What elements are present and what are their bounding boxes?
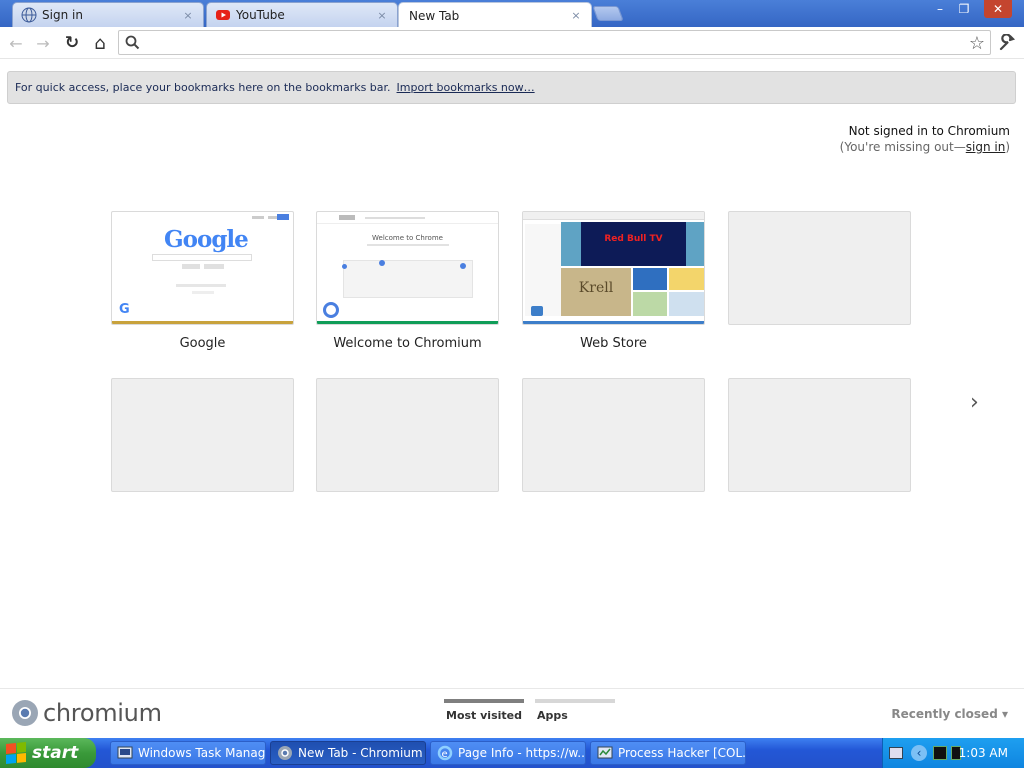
toolbar: ← → ↻ ⌂ ☆ bbox=[0, 27, 1024, 59]
bookmarks-promo-text: For quick access, place your bookmarks h… bbox=[15, 81, 391, 94]
thumbnail-empty bbox=[316, 378, 499, 492]
process-hacker-icon bbox=[597, 745, 613, 761]
welcome-heading: Welcome to Chrome bbox=[372, 234, 443, 242]
system-tray: ‹ 1:03 AM bbox=[882, 738, 1024, 768]
thumbnail-title[interactable]: Welcome to Chromium bbox=[316, 336, 499, 351]
taskbar-item-process-hacker[interactable]: Process Hacker [COL... bbox=[590, 741, 746, 765]
tab-label: Sign in bbox=[42, 8, 83, 22]
redbull-promo: Red Bull TV bbox=[581, 222, 686, 266]
cpu-monitor-icon[interactable] bbox=[933, 746, 947, 760]
tab-label: New Tab bbox=[409, 8, 460, 23]
tab-apps[interactable]: Apps bbox=[535, 699, 615, 729]
thumbnail-bar bbox=[112, 321, 293, 324]
windows-taskbar: start Windows Task Manager New Tab - Chr… bbox=[0, 738, 1024, 768]
thumbnail-title[interactable]: Google bbox=[111, 336, 294, 351]
thumbnail-empty bbox=[522, 378, 705, 492]
thumbnail-empty bbox=[728, 211, 911, 325]
home-button[interactable]: ⌂ bbox=[88, 31, 112, 55]
forward-button[interactable]: → bbox=[31, 31, 55, 55]
tray-expand-icon[interactable]: ‹ bbox=[911, 745, 927, 761]
taskbar-item-label: Windows Task Manager bbox=[138, 746, 266, 760]
bookmark-star-icon[interactable]: ☆ bbox=[965, 31, 989, 55]
signin-promo: Not signed in to Chromium (You're missin… bbox=[840, 123, 1010, 155]
tab-new-tab[interactable]: New Tab × bbox=[398, 2, 592, 28]
tab-close-icon[interactable]: × bbox=[375, 9, 389, 22]
sign-in-link[interactable]: sign in bbox=[966, 140, 1006, 154]
omnibox-input[interactable] bbox=[145, 33, 965, 52]
close-window-button[interactable]: ✕ bbox=[984, 0, 1012, 18]
taskbar-item-label: Process Hacker [COL... bbox=[618, 746, 746, 760]
thumbnail-title[interactable]: Web Store bbox=[522, 336, 705, 351]
chromium-favicon-icon bbox=[323, 302, 339, 318]
tab-most-visited-label: Most visited bbox=[446, 709, 522, 722]
new-tab-button[interactable] bbox=[592, 6, 624, 21]
tab-apps-label: Apps bbox=[537, 709, 568, 722]
wrench-icon[interactable] bbox=[995, 31, 1019, 55]
tab-indicator bbox=[444, 699, 524, 703]
google-doodle: Google bbox=[164, 226, 249, 253]
restore-button[interactable]: ❐ bbox=[952, 0, 976, 18]
signin-sub: (You're missing out—sign in) bbox=[840, 139, 1010, 155]
globe-icon bbox=[21, 7, 37, 23]
next-page-chevron-icon[interactable]: › bbox=[970, 390, 979, 415]
tab-close-icon[interactable]: × bbox=[569, 9, 583, 22]
tab-strip: Sign in × YouTube × New Tab × – ❐ ✕ bbox=[0, 0, 1024, 28]
brand-wordmark: chromium bbox=[43, 699, 162, 727]
start-button[interactable]: start bbox=[0, 738, 96, 768]
thumbnail-empty bbox=[728, 378, 911, 492]
reload-button[interactable]: ↻ bbox=[60, 31, 84, 55]
windows-flag-icon bbox=[6, 741, 26, 765]
signin-sub-suffix: ) bbox=[1005, 140, 1010, 154]
thumbnail-bar bbox=[523, 321, 704, 324]
bookmarks-promo-bar: For quick access, place your bookmarks h… bbox=[7, 71, 1016, 104]
thumbnail-webstore[interactable]: Red Bull TV Krell bbox=[522, 211, 705, 325]
import-bookmarks-link[interactable]: Import bookmarks now… bbox=[397, 81, 535, 94]
search-icon bbox=[125, 35, 140, 53]
krell-tile: Krell bbox=[561, 268, 631, 316]
tab-indicator bbox=[535, 699, 615, 703]
webstore-favicon-icon bbox=[531, 306, 543, 316]
tab-close-icon[interactable]: × bbox=[181, 9, 195, 22]
chromium-logo: chromium bbox=[11, 699, 162, 727]
taskbar-item-label: New Tab - Chromium bbox=[298, 746, 423, 760]
taskbar-item-page-info[interactable]: e Page Info - https://w... bbox=[430, 741, 586, 765]
google-favicon-icon: G bbox=[119, 302, 130, 317]
signin-sub-prefix: (You're missing out— bbox=[839, 140, 966, 154]
back-button[interactable]: ← bbox=[4, 31, 28, 55]
minimize-button[interactable]: – bbox=[928, 0, 952, 18]
task-manager-icon bbox=[117, 745, 133, 761]
thumbnail-welcome[interactable]: Welcome to Chrome bbox=[316, 211, 499, 325]
youtube-icon bbox=[215, 7, 231, 23]
chromium-logo-icon bbox=[12, 700, 38, 726]
thumbnail-empty bbox=[111, 378, 294, 492]
taskbar-item-label: Page Info - https://w... bbox=[458, 746, 586, 760]
ntp-footer: chromium Most visited Apps Recently clos… bbox=[0, 688, 1024, 738]
tab-youtube[interactable]: YouTube × bbox=[206, 2, 398, 27]
thumbnail-google[interactable]: Google G bbox=[111, 211, 294, 325]
tab-most-visited[interactable]: Most visited bbox=[444, 699, 524, 729]
omnibox[interactable] bbox=[118, 30, 991, 55]
thumbnail-bar bbox=[317, 321, 498, 324]
svg-text:e: e bbox=[442, 749, 448, 760]
ie-icon: e bbox=[437, 745, 453, 761]
start-label: start bbox=[32, 743, 79, 763]
signin-status: Not signed in to Chromium bbox=[848, 124, 1010, 138]
keyboard-icon[interactable] bbox=[889, 747, 903, 759]
taskbar-item-task-manager[interactable]: Windows Task Manager bbox=[110, 741, 266, 765]
tab-sign-in[interactable]: Sign in × bbox=[12, 2, 204, 27]
recently-closed-menu[interactable]: Recently closed ▾ bbox=[891, 707, 1008, 721]
tab-label: YouTube bbox=[236, 8, 285, 22]
chromium-icon bbox=[277, 745, 293, 761]
clock: 1:03 AM bbox=[958, 746, 1008, 760]
taskbar-item-chromium[interactable]: New Tab - Chromium bbox=[270, 741, 426, 765]
